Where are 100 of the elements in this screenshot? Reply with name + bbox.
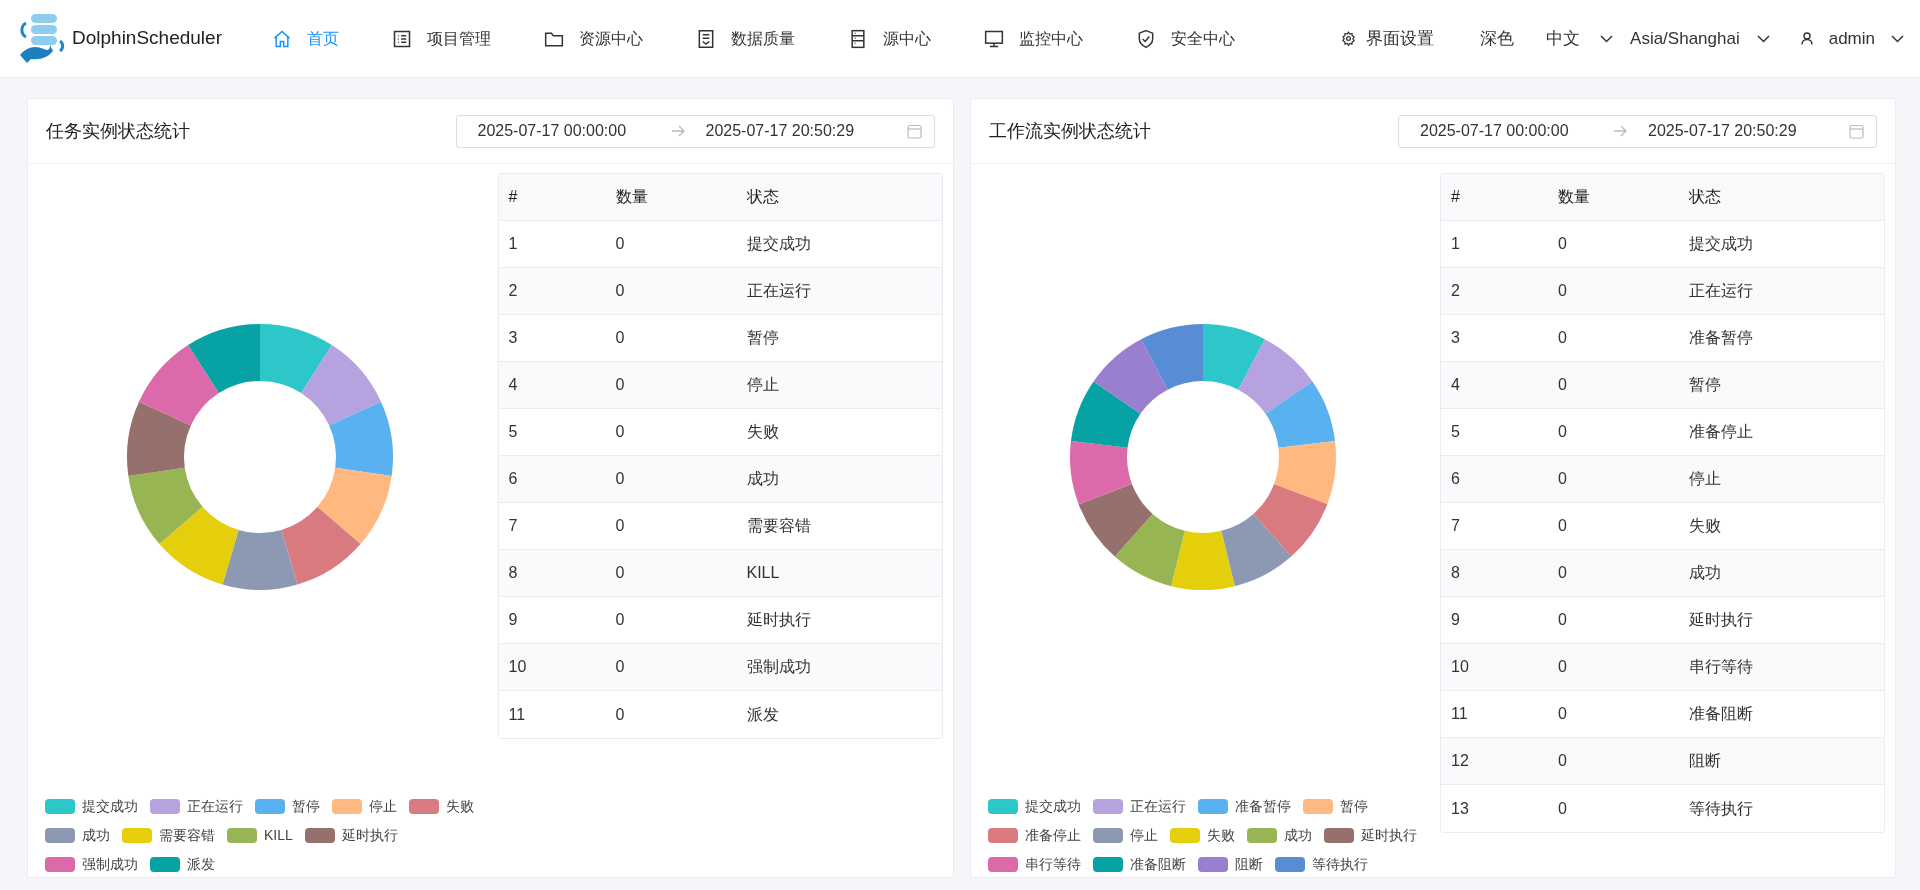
table-cell-text: 准备暂停 xyxy=(1688,328,1754,348)
table-cell-text: 0 xyxy=(1557,375,1568,395)
monitor-icon xyxy=(984,28,1004,49)
settings-button[interactable]: 界面设置 xyxy=(1341,25,1435,52)
table-cell-text: 7 xyxy=(1450,516,1461,536)
legend-label[interactable]: 正在运行 xyxy=(1129,797,1186,816)
table-cell-text: 0 xyxy=(1557,516,1568,536)
card-title: 任务实例状态统计 xyxy=(46,119,190,143)
calendar-icon xyxy=(1849,123,1864,139)
table-cell-text: 3 xyxy=(507,328,519,348)
table-cell-text: 暂停 xyxy=(1688,375,1722,395)
nav-item[interactable]: 项目管理 xyxy=(392,26,491,51)
table-cell-text: 派发 xyxy=(745,704,780,725)
table-cell-text: 需要容错 xyxy=(745,516,812,536)
table-cell-text: 0 xyxy=(614,234,626,254)
table-cell-text: 9 xyxy=(1450,610,1461,630)
table-cell-text: 0 xyxy=(1557,563,1568,583)
shield-icon xyxy=(1136,28,1156,49)
calendar-icon xyxy=(906,123,922,139)
legend-label[interactable]: 强制成功 xyxy=(82,855,138,874)
table-cell-text: 0 xyxy=(614,657,626,677)
table-cell-text: 延时执行 xyxy=(745,610,812,630)
legend-label[interactable]: 提交成功 xyxy=(82,797,138,816)
theme-toggle[interactable]: 深色 xyxy=(1480,25,1515,52)
table-cell-text: 0 xyxy=(1557,422,1568,442)
table-cell-text: 停止 xyxy=(1688,469,1722,489)
nav-item[interactable]: 数据质量 xyxy=(696,26,795,51)
document-icon xyxy=(696,28,716,49)
nav-item[interactable]: 监控中心 xyxy=(984,26,1083,51)
table-cell-text: 提交成功 xyxy=(1688,234,1754,254)
legend-label[interactable]: 暂停 xyxy=(292,797,320,816)
card-title: 工作流实例状态统计 xyxy=(988,119,1151,143)
table-cell-text: 5 xyxy=(507,422,519,442)
brand-name: DolphinScheduler xyxy=(72,26,222,51)
nav-item[interactable]: 安全中心 xyxy=(1136,26,1235,51)
legend-label[interactable]: 阻断 xyxy=(1234,855,1263,874)
legend-label[interactable]: 成功 xyxy=(82,826,110,845)
legend-label[interactable]: 派发 xyxy=(187,855,215,874)
nav-item[interactable]: 资源中心 xyxy=(544,26,643,51)
table-cell-text: 4 xyxy=(1450,375,1461,395)
legend-label[interactable]: KILL xyxy=(264,826,293,845)
table-cell-text: 2 xyxy=(1450,281,1461,301)
table-cell-text: 11 xyxy=(507,704,527,725)
arrow-right-icon xyxy=(1613,125,1627,137)
chevron-down-icon xyxy=(1756,34,1770,43)
table-cell-text: 0 xyxy=(1557,234,1568,254)
arrow-right-icon xyxy=(670,125,685,137)
donut-slice xyxy=(1265,380,1335,448)
table-cell-text: KILL xyxy=(745,563,781,583)
legend-label[interactable]: 提交成功 xyxy=(1024,797,1081,816)
end-date: 2025-07-17 20:50:29 xyxy=(1648,121,1797,141)
timezone-dropdown[interactable]: Asia/Shanghai xyxy=(1630,25,1770,52)
table-cell-text: 0 xyxy=(1557,469,1568,489)
table-cell-text: 0 xyxy=(614,328,626,348)
legend-label[interactable]: 准备停止 xyxy=(1024,826,1081,845)
user-icon xyxy=(1800,32,1813,45)
table-cell-text: 1 xyxy=(507,234,519,254)
column-header: 状态 xyxy=(745,187,780,207)
legend-label[interactable]: 等待执行 xyxy=(1311,855,1368,874)
legend-label[interactable]: 失败 xyxy=(446,797,474,816)
table-cell-text: 0 xyxy=(614,281,626,301)
language-dropdown[interactable]: 中文 xyxy=(1546,25,1614,52)
table-cell-text: 8 xyxy=(507,563,519,583)
legend-label[interactable]: 延时执行 xyxy=(1360,826,1417,845)
donut-slice xyxy=(1069,440,1132,504)
table-cell-text: 准备停止 xyxy=(1688,422,1754,442)
table-cell-text: 9 xyxy=(507,610,519,630)
legend-label[interactable]: 停止 xyxy=(369,797,397,816)
legend-label[interactable]: 暂停 xyxy=(1339,797,1368,816)
table-cell-text: 0 xyxy=(1557,328,1568,348)
table-cell-text: 0 xyxy=(614,422,626,442)
donut-slice xyxy=(1273,440,1336,504)
table-cell-text: 1 xyxy=(1450,234,1461,254)
legend-label[interactable]: 成功 xyxy=(1283,826,1312,845)
legend-label[interactable]: 延时执行 xyxy=(341,826,398,845)
user-dropdown[interactable]: admin xyxy=(1800,25,1904,52)
legend-label[interactable]: 失败 xyxy=(1206,826,1235,845)
date-range-picker[interactable]: 2025-07-17 00:00:00 2025-07-17 20:50:29 xyxy=(1398,114,1877,148)
table-cell-text: 0 xyxy=(1557,281,1568,301)
legend-label[interactable]: 准备暂停 xyxy=(1234,797,1291,816)
column-header: # xyxy=(1450,187,1461,207)
table-cell-text: 3 xyxy=(1450,328,1461,348)
table-cell-text: 成功 xyxy=(745,469,780,489)
legend-label[interactable]: 准备阻断 xyxy=(1129,855,1186,874)
table-cell-text: 停止 xyxy=(745,375,780,395)
legend-label[interactable]: 需要容错 xyxy=(159,826,215,845)
date-range-picker[interactable]: 2025-07-17 00:00:00 2025-07-17 20:50:29 xyxy=(455,114,935,148)
table-cell-text: 正在运行 xyxy=(745,281,812,301)
table-cell-text: 7 xyxy=(507,516,519,536)
table-cell-text: 13 xyxy=(1450,798,1470,819)
table-cell-text: 正在运行 xyxy=(1688,281,1754,301)
table-cell-text: 0 xyxy=(614,610,626,630)
legend-label[interactable]: 串行等待 xyxy=(1024,855,1081,874)
start-date: 2025-07-17 00:00:00 xyxy=(477,121,628,141)
home-icon xyxy=(272,28,292,49)
legend-label[interactable]: 停止 xyxy=(1129,826,1158,845)
table-cell-text: 0 xyxy=(614,375,626,395)
legend-label[interactable]: 正在运行 xyxy=(187,797,243,816)
table-cell-text: 8 xyxy=(1450,563,1461,583)
nav-item[interactable]: 源中心 xyxy=(848,26,931,51)
